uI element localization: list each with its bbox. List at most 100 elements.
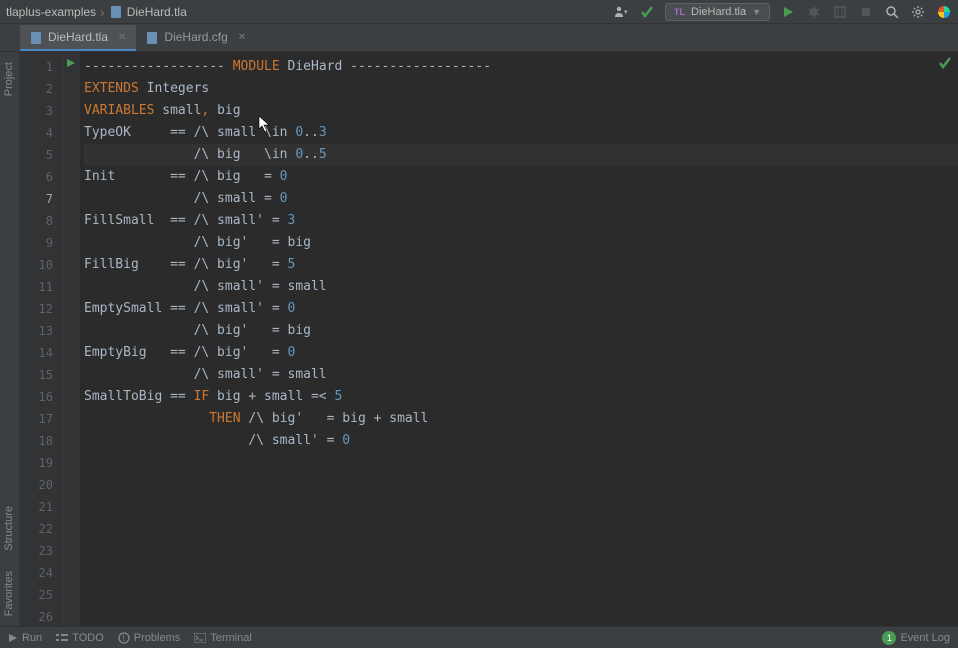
code-line[interactable]: VARIABLES small, big [84, 100, 958, 122]
run-config-name: DieHard.tla [691, 6, 746, 18]
code-line[interactable]: /\ small = 0 [84, 188, 958, 210]
stop-button[interactable] [858, 4, 874, 20]
checkmark-icon[interactable] [639, 4, 655, 20]
bottom-run-button[interactable]: Run [8, 632, 42, 644]
line-number: 25 [20, 584, 63, 606]
tab-diehard-cfg[interactable]: DieHard.cfg ✕ [136, 25, 256, 51]
code-line[interactable]: EmptyBig == /\ big' = 0 [84, 342, 958, 364]
line-number: 9 [20, 232, 63, 254]
line-number: 11 [20, 276, 63, 298]
line-number: 16 [20, 386, 63, 408]
gutter-run-area [64, 52, 80, 626]
chevron-down-icon: ▼ [752, 7, 761, 17]
line-number: 8 [20, 210, 63, 232]
bottom-event-log-button[interactable]: 1 Event Log [882, 631, 950, 645]
code-line[interactable]: THEN /\ big' = big + small [84, 408, 958, 430]
breadcrumb-file[interactable]: DieHard.tla [109, 5, 187, 19]
breadcrumb: tlaplus-examples › DieHard.tla [6, 4, 613, 20]
settings-icon[interactable] [910, 4, 926, 20]
svg-text:!: ! [122, 634, 124, 643]
breadcrumb-separator: › [100, 4, 105, 20]
sidebar-tab-label: Favorites [3, 571, 15, 616]
line-number: 5 [20, 144, 63, 166]
code-line[interactable]: ------------------ MODULE DieHard ------… [84, 56, 958, 78]
breadcrumb-file-label: DieHard.tla [127, 5, 187, 19]
line-number: 17 [20, 408, 63, 430]
line-number: 7 [20, 188, 63, 210]
run-gutter-icon[interactable] [66, 58, 76, 68]
line-number: 20 [20, 474, 63, 496]
event-count-badge: 1 [882, 631, 896, 645]
inspection-ok-icon[interactable] [938, 56, 952, 70]
debug-button[interactable] [806, 4, 822, 20]
bottom-problems-label: Problems [134, 632, 180, 644]
sidebar-tab-structure[interactable]: Structure [0, 496, 18, 561]
line-number-gutter: 1234567891011121314151617181920212223242… [20, 52, 64, 626]
play-icon [8, 633, 18, 643]
search-icon[interactable] [884, 4, 900, 20]
tab-label: DieHard.cfg [164, 30, 227, 44]
line-number: 12 [20, 298, 63, 320]
code-line[interactable]: SmallToBig == IF big + small =< 5 [84, 386, 958, 408]
breadcrumb-project[interactable]: tlaplus-examples [6, 5, 96, 19]
sidebar-tab-project[interactable]: Project [0, 52, 18, 106]
status-bar: Run TODO ! Problems Terminal 1 Event Log [0, 626, 958, 648]
code-line[interactable]: EmptySmall == /\ small' = 0 [84, 298, 958, 320]
code-line[interactable]: TypeOK == /\ small \in 0..3 [84, 122, 958, 144]
user-icon[interactable]: ▾ [613, 4, 629, 20]
code-editor[interactable]: 1234567891011121314151617181920212223242… [20, 52, 958, 626]
line-number: 2 [20, 78, 63, 100]
close-icon[interactable]: ✕ [238, 32, 246, 43]
terminal-icon [194, 633, 206, 643]
line-number: 10 [20, 254, 63, 276]
line-number: 19 [20, 452, 63, 474]
code-line[interactable]: /\ small' = small [84, 276, 958, 298]
code-line[interactable]: FillBig == /\ big' = 5 [84, 254, 958, 276]
line-number: 6 [20, 166, 63, 188]
bottom-terminal-button[interactable]: Terminal [194, 632, 252, 644]
code-line[interactable]: FillSmall == /\ small' = 3 [84, 210, 958, 232]
sidebar-tab-label: Structure [3, 506, 15, 551]
breadcrumb-project-label: tlaplus-examples [6, 5, 96, 19]
code-line[interactable]: /\ big' = big [84, 320, 958, 342]
coverage-button[interactable] [832, 4, 848, 20]
code-line[interactable]: /\ small' = small [84, 364, 958, 386]
tab-diehard-tla[interactable]: DieHard.tla ✕ [20, 25, 136, 51]
svg-text:▾: ▾ [624, 9, 628, 16]
event-log-label: Event Log [900, 632, 950, 644]
line-number: 24 [20, 562, 63, 584]
close-icon[interactable]: ✕ [118, 32, 126, 43]
line-number: 4 [20, 122, 63, 144]
tla-badge-icon: TL [674, 7, 685, 17]
code-line[interactable]: /\ big' = big [84, 232, 958, 254]
run-button[interactable] [780, 4, 796, 20]
run-configuration-dropdown[interactable]: TL DieHard.tla ▼ [665, 3, 770, 21]
todo-icon [56, 633, 68, 643]
top-nav-bar: tlaplus-examples › DieHard.tla ▾ TL DieH… [0, 0, 958, 24]
sidebar-tab-label: Project [3, 62, 15, 96]
line-number: 15 [20, 364, 63, 386]
left-sidebar: Project Structure Favorites [0, 52, 20, 626]
bottom-todo-button[interactable]: TODO [56, 632, 104, 644]
bottom-problems-button[interactable]: ! Problems [118, 632, 180, 644]
sidebar-tab-favorites[interactable]: Favorites [0, 561, 18, 626]
line-number: 1 [20, 56, 63, 78]
line-number: 21 [20, 496, 63, 518]
line-number: 13 [20, 320, 63, 342]
ide-logo-icon[interactable] [936, 4, 952, 20]
top-nav-actions: ▾ TL DieHard.tla ▼ [613, 3, 952, 21]
bottom-todo-label: TODO [72, 632, 104, 644]
line-number: 26 [20, 606, 63, 628]
code-line[interactable]: Init == /\ big = 0 [84, 166, 958, 188]
line-number: 22 [20, 518, 63, 540]
code-text-area[interactable]: ------------------ MODULE DieHard ------… [80, 52, 958, 626]
line-number: 14 [20, 342, 63, 364]
line-number: 23 [20, 540, 63, 562]
problems-icon: ! [118, 632, 130, 644]
code-line[interactable]: /\ small' = 0 [84, 430, 958, 452]
line-number: 3 [20, 100, 63, 122]
file-icon [109, 5, 123, 19]
bottom-run-label: Run [22, 632, 42, 644]
code-line[interactable]: /\ big \in 0..5 [84, 144, 958, 166]
code-line[interactable]: EXTENDS Integers [84, 78, 958, 100]
